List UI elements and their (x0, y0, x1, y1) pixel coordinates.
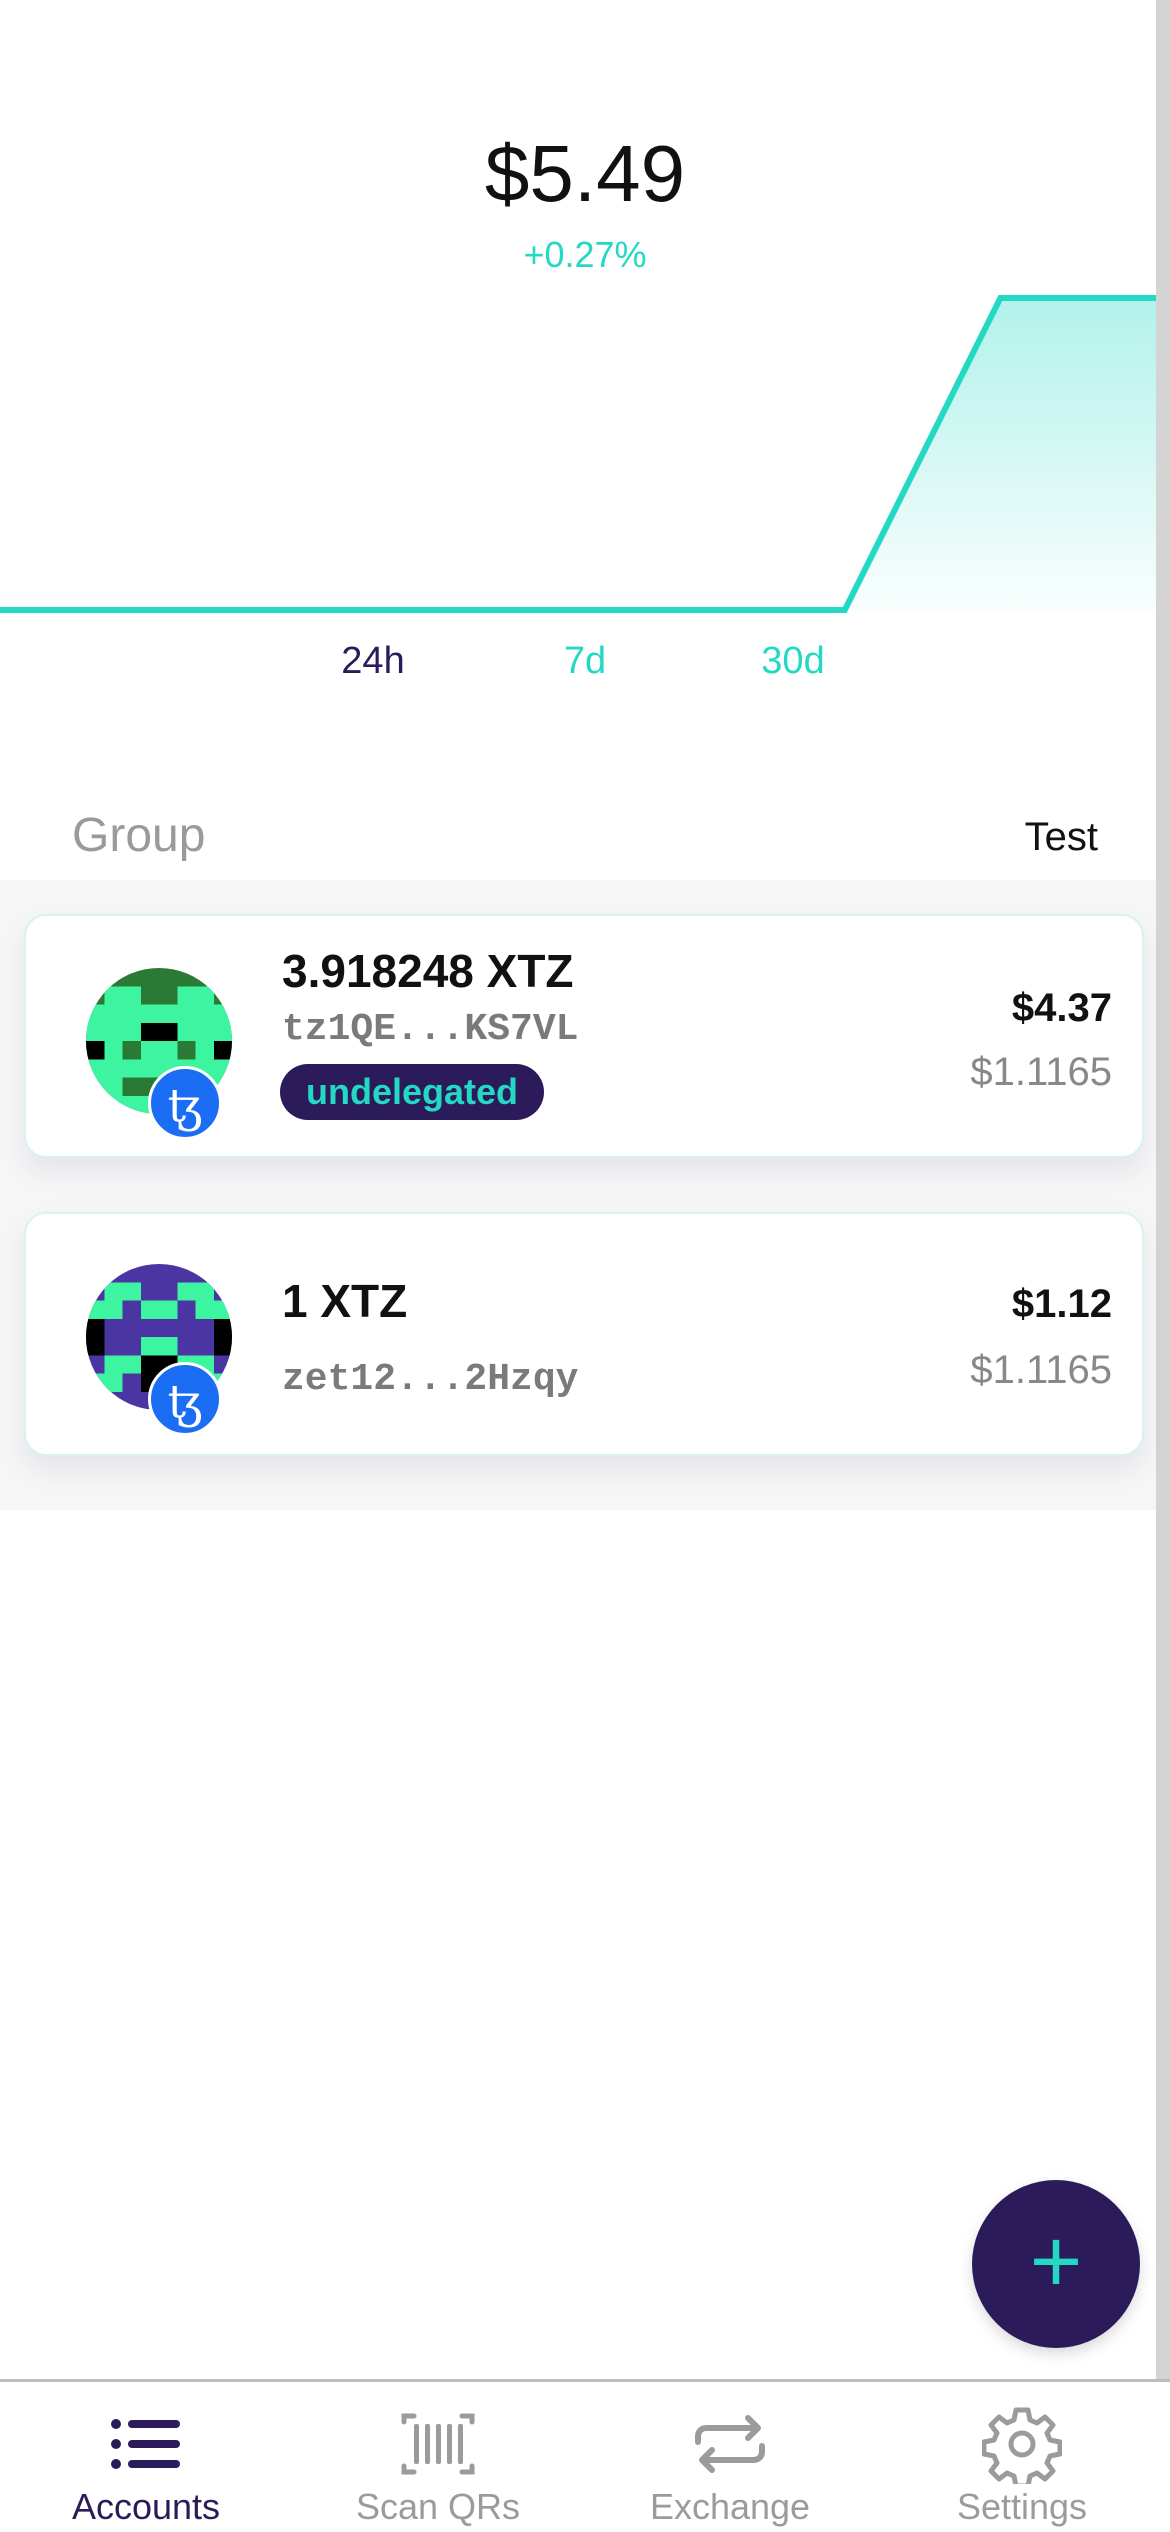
range-7d[interactable]: 7d (564, 640, 606, 683)
account-address: tz1QE...KS7VL (282, 1008, 579, 1051)
list-icon (111, 2419, 180, 2469)
account-amount: 1 XTZ (282, 1275, 408, 1327)
tab-accounts-label: Accounts (71, 2486, 221, 2527)
range-24h[interactable]: 24h (341, 640, 404, 683)
portfolio-chart (0, 295, 1156, 613)
tab-settings-label: Settings (956, 2486, 1088, 2527)
delegation-status-badge: undelegated (280, 1064, 545, 1120)
account-card[interactable]: ꜩ 1 XTZ zet12...2Hzqy $1.12 $1.1165 (24, 1212, 1144, 1456)
scrollbar[interactable] (1156, 0, 1170, 2380)
time-range-selector: 24h 7d 30d (0, 640, 1170, 690)
account-amount: 3.918248 XTZ (282, 945, 574, 997)
portfolio-balance: $5.49 (484, 129, 686, 218)
account-exchange-rate: $1.1165 (970, 1050, 1112, 1094)
portfolio-change: +0.27% (523, 234, 647, 275)
add-account-button[interactable]: + (972, 2180, 1140, 2348)
tezos-icon: ꜩ (148, 1362, 222, 1436)
group-value[interactable]: Test (1025, 815, 1098, 860)
gear-icon (982, 2407, 1062, 2484)
barcode-icon (401, 2413, 475, 2475)
account-exchange-rate: $1.1165 (970, 1348, 1112, 1392)
tab-exchange-label: Exchange (649, 2486, 811, 2527)
chart-area (0, 298, 1156, 610)
bottom-tab-bar: Accounts Scan QRs Exchange Settings (0, 2379, 1170, 2532)
tab-scan-qrs-label: Scan QRs (355, 2486, 521, 2527)
tezos-icon: ꜩ (148, 1066, 222, 1140)
exchange-icon (695, 2415, 765, 2473)
tab-scan-qrs[interactable]: Scan QRs (292, 2382, 584, 2532)
account-address: zet12...2Hzqy (282, 1358, 579, 1401)
tab-settings[interactable]: Settings (876, 2382, 1168, 2532)
tab-exchange[interactable]: Exchange (584, 2382, 876, 2532)
account-usd-value: $1.12 (1011, 1282, 1112, 1326)
group-label: Group (72, 809, 206, 862)
account-card[interactable]: ꜩ 3.918248 XTZ tz1QE...KS7VL undelegated… (24, 914, 1144, 1158)
range-30d[interactable]: 30d (761, 640, 824, 683)
tab-accounts[interactable]: Accounts (0, 2382, 292, 2532)
account-usd-value: $4.37 (1011, 986, 1112, 1030)
